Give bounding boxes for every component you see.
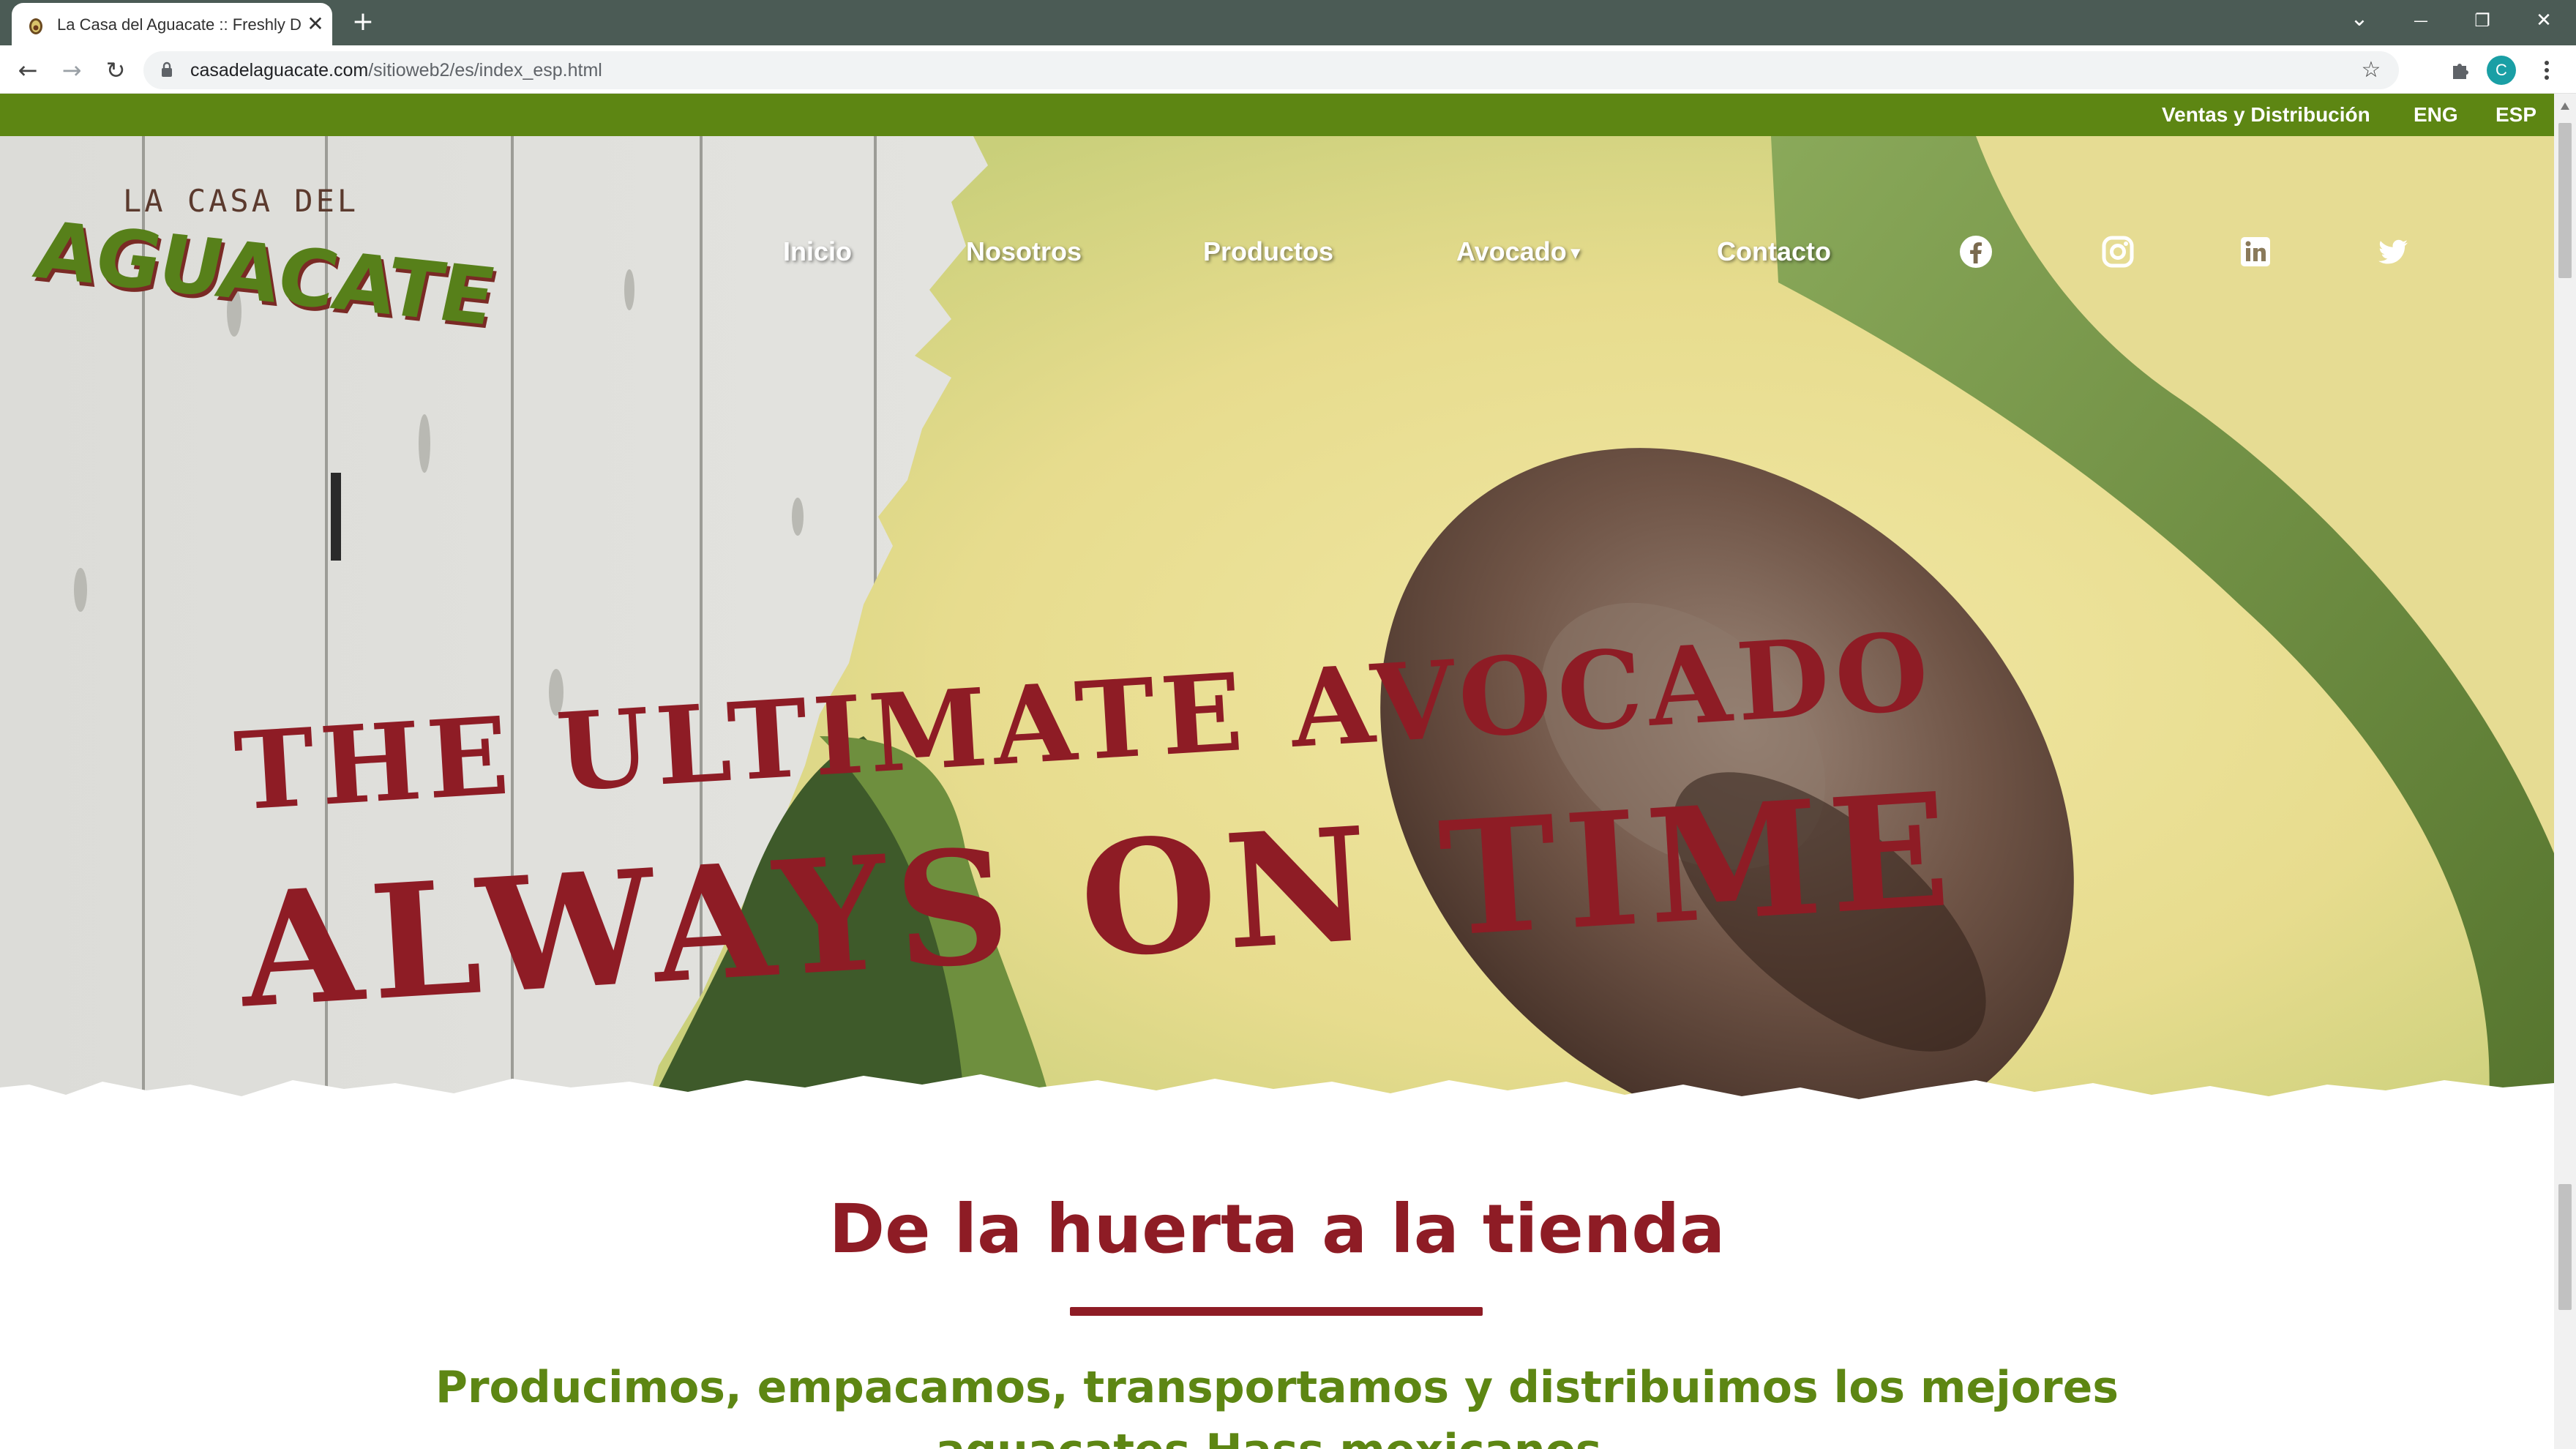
bookmark-star-icon[interactable]: ☆ (2356, 56, 2386, 85)
browser-tab[interactable]: La Casa del Aguacate :: Freshly D ✕ (12, 3, 332, 45)
back-arrow-icon[interactable]: ← (12, 54, 44, 86)
tab-close-icon[interactable]: ✕ (303, 12, 328, 37)
facebook-icon[interactable] (1958, 234, 1993, 269)
title-divider (1070, 1307, 1483, 1316)
page-scrollbar[interactable] (2554, 94, 2576, 1449)
tab-search-chevron-icon[interactable]: ⌄ (2339, 4, 2380, 37)
restore-icon[interactable]: ❐ (2462, 4, 2503, 37)
nav-nosotros[interactable]: Nosotros (966, 236, 1082, 268)
instagram-icon[interactable] (2100, 234, 2135, 269)
nav-productos[interactable]: Productos (1203, 236, 1333, 268)
hero-banner: LA CASA DEL AGUACATE Inicio Nosotros Pro… (0, 136, 2554, 1117)
profile-avatar[interactable]: C (2487, 56, 2516, 85)
window-close-icon[interactable]: ✕ (2523, 4, 2564, 37)
nav-avocado[interactable]: Avocado ▾ (1456, 236, 1580, 268)
twitter-icon[interactable] (2375, 234, 2411, 269)
site-top-bar: Ventas y Distribución ENG ESP (0, 94, 2554, 136)
browser-menu-icon[interactable] (2531, 54, 2563, 86)
url-path: /sitioweb2/es/index_esp.html (368, 60, 602, 80)
linkedin-icon[interactable] (2238, 234, 2273, 269)
language-eng-link[interactable]: ENG (2414, 103, 2458, 127)
chevron-down-icon: ▾ (1570, 243, 1580, 263)
nav-inicio[interactable]: Inicio (783, 236, 852, 268)
new-tab-button[interactable]: + (348, 7, 378, 37)
scrollbar-thumb[interactable] (2558, 1184, 2572, 1310)
minimize-icon[interactable]: — (2400, 4, 2441, 37)
section-subtitle: Producimos, empacamos, transportamos y d… (435, 1362, 2119, 1413)
avocado-favicon-icon (29, 18, 42, 34)
url-text: casadelaguacate.com/sitioweb2/es/index_e… (190, 59, 602, 82)
forward-arrow-icon[interactable]: → (56, 54, 88, 86)
address-bar[interactable]: casadelaguacate.com/sitioweb2/es/index_e… (143, 51, 2399, 89)
reload-icon[interactable]: ↻ (100, 54, 132, 86)
scrollbar-thumb-top[interactable] (2558, 123, 2572, 278)
section-subtitle-continued: aguacates Hass mexicanos. (0, 1421, 2554, 1449)
nav-contacto[interactable]: Contacto (1717, 236, 1831, 268)
scroll-up-arrow-icon[interactable] (2561, 102, 2569, 110)
language-esp-link[interactable]: ESP (2496, 103, 2536, 127)
tab-title: La Casa del Aguacate :: Freshly D (57, 15, 302, 34)
url-host: casadelaguacate.com (190, 60, 369, 80)
lock-icon (162, 61, 172, 77)
sales-distribution-link[interactable]: Ventas y Distribución (2162, 103, 2370, 127)
extensions-puzzle-icon[interactable] (2444, 54, 2476, 86)
browser-tab-strip: La Casa del Aguacate :: Freshly D ✕ + ⌄ … (0, 0, 2576, 45)
nav-avocado-label: Avocado (1456, 236, 1567, 266)
browser-toolbar: ← → ↻ casadelaguacate.com/sitioweb2/es/i… (0, 45, 2576, 94)
section-title: De la huerta a la tienda (828, 1190, 1726, 1268)
